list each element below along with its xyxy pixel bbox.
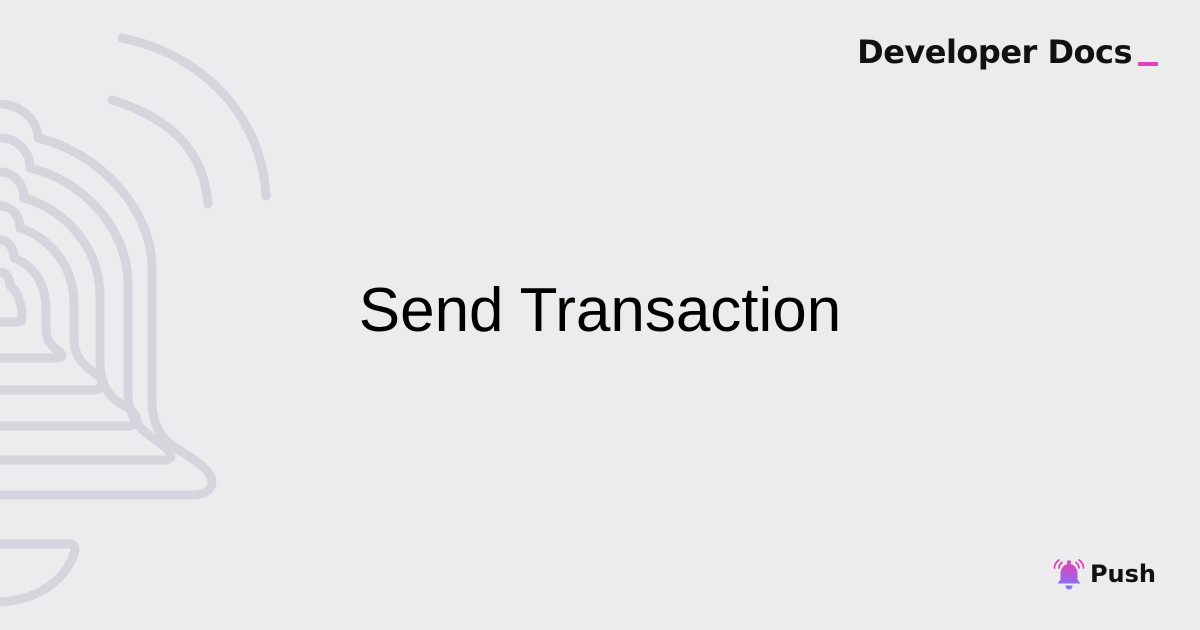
cursor-underscore-icon [1138,62,1158,66]
push-logo-label: Push [1089,560,1156,588]
bell-icon [1053,559,1085,590]
page-title: Send Transaction [358,276,842,345]
brand-label: Developer Docs [857,33,1132,71]
developer-docs-brand[interactable]: Developer Docs [857,36,1158,68]
push-logo[interactable]: Push [1052,556,1156,592]
